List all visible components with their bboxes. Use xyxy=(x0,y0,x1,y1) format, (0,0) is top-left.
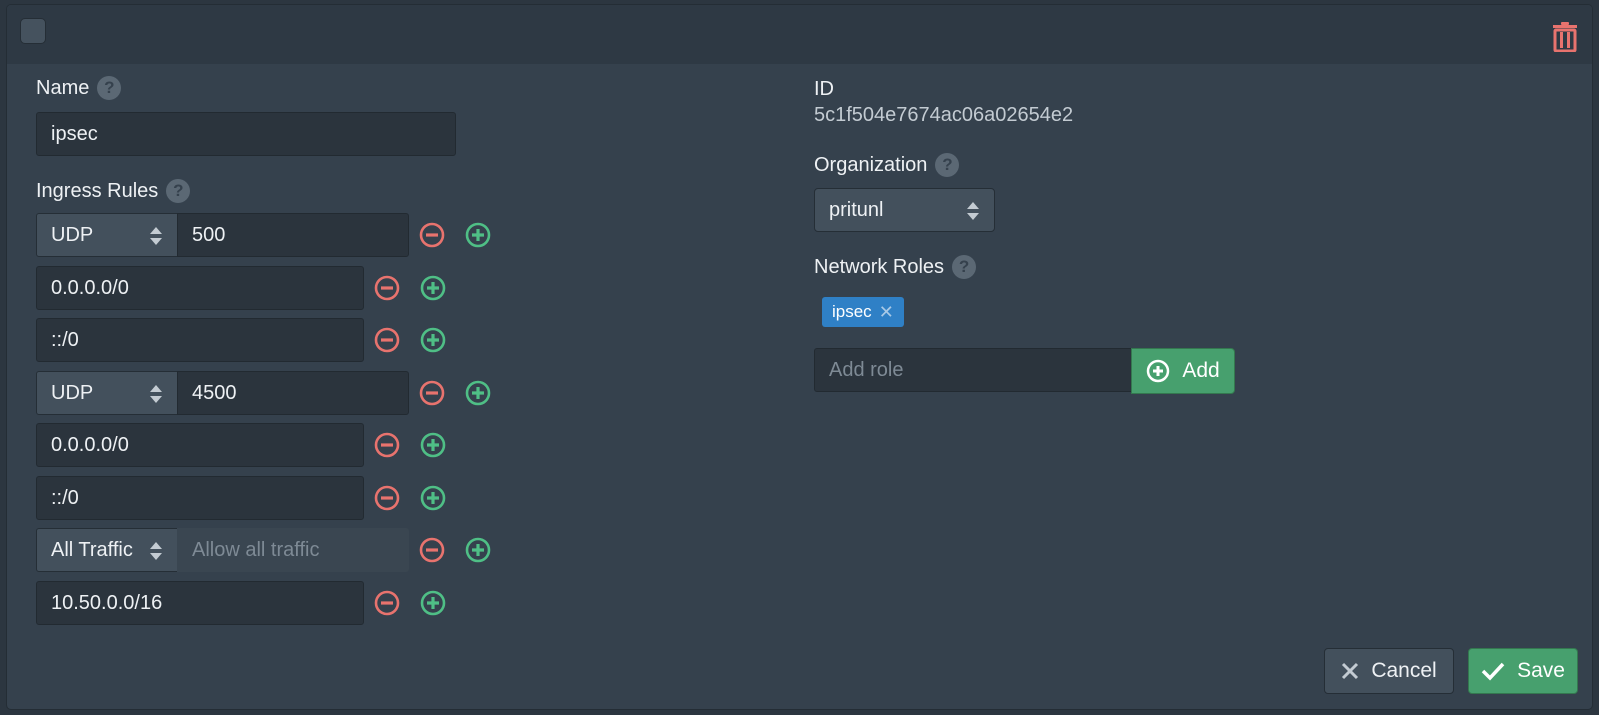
plus-circle-icon xyxy=(1147,359,1170,383)
protocol-select[interactable]: UDP xyxy=(36,213,178,257)
remove-rule-icon[interactable] xyxy=(374,275,400,301)
help-icon[interactable]: ? xyxy=(97,76,122,100)
close-icon xyxy=(1342,662,1359,680)
ingress-rules-label-text: Ingress Rules xyxy=(36,179,159,202)
save-button[interactable]: Save xyxy=(1468,648,1578,694)
add-role-button[interactable]: Add xyxy=(1131,348,1235,394)
add-rule-icon[interactable] xyxy=(420,275,446,301)
trash-icon[interactable] xyxy=(1552,22,1578,53)
name-label: Name ? xyxy=(36,76,122,100)
protocol-select-value: All Traffic xyxy=(51,538,133,561)
cidr-input[interactable]: 10.50.0.0/16 xyxy=(36,581,364,625)
sort-arrows-icon xyxy=(150,227,162,245)
organization-label: Organization ? xyxy=(814,153,960,177)
add-rule-icon[interactable] xyxy=(420,327,446,353)
add-rule-icon[interactable] xyxy=(420,485,446,511)
cidr-input[interactable]: ::/0 xyxy=(36,476,364,520)
sort-arrows-icon xyxy=(150,542,162,560)
network-roles-label: Network Roles ? xyxy=(814,255,977,279)
organization-select-value: pritunl xyxy=(829,198,884,221)
add-rule-icon[interactable] xyxy=(465,222,491,248)
add-rule-icon[interactable] xyxy=(420,590,446,616)
remove-role-icon[interactable]: ✕ xyxy=(879,302,894,323)
check-icon xyxy=(1481,662,1505,681)
port-input[interactable]: Allow all traffic xyxy=(177,528,409,572)
cidr-input[interactable]: 0.0.0.0/0 xyxy=(36,423,364,467)
role-tag: ipsec ✕ xyxy=(822,297,904,327)
cidr-input[interactable]: 0.0.0.0/0 xyxy=(36,266,364,310)
add-rule-icon[interactable] xyxy=(420,432,446,458)
organization-select[interactable]: pritunl xyxy=(814,188,995,232)
remove-rule-icon[interactable] xyxy=(419,222,445,248)
help-icon[interactable]: ? xyxy=(935,153,960,177)
remove-rule-icon[interactable] xyxy=(419,537,445,563)
id-value: 5c1f504e7674ac06a02654e2 xyxy=(814,104,1074,126)
port-input[interactable]: 4500 xyxy=(177,371,409,415)
id-label: ID xyxy=(814,78,834,100)
help-icon[interactable]: ? xyxy=(952,255,977,279)
cancel-button-label: Cancel xyxy=(1371,659,1437,682)
protocol-select-value: UDP xyxy=(51,381,94,404)
port-input[interactable]: 500 xyxy=(177,213,409,257)
remove-rule-icon[interactable] xyxy=(374,590,400,616)
name-label-text: Name xyxy=(36,76,90,99)
organization-label-text: Organization xyxy=(814,153,928,176)
role-tag-label: ipsec xyxy=(832,302,872,321)
save-button-label: Save xyxy=(1517,659,1565,682)
cidr-input[interactable]: ::/0 xyxy=(36,318,364,362)
add-role-button-label: Add xyxy=(1182,359,1220,382)
sort-arrows-icon xyxy=(967,202,979,220)
remove-rule-icon[interactable] xyxy=(374,432,400,458)
add-role-input[interactable]: Add role xyxy=(814,348,1132,392)
card-header xyxy=(7,5,1592,64)
network-roles-label-text: Network Roles xyxy=(814,255,945,278)
help-icon[interactable]: ? xyxy=(166,179,191,203)
remove-rule-icon[interactable] xyxy=(374,485,400,511)
remove-rule-icon[interactable] xyxy=(374,327,400,353)
select-checkbox[interactable] xyxy=(20,18,46,44)
protocol-select[interactable]: All Traffic xyxy=(36,528,178,572)
sort-arrows-icon xyxy=(150,385,162,403)
cancel-button[interactable]: Cancel xyxy=(1324,648,1454,694)
protocol-select-value: UDP xyxy=(51,223,94,246)
remove-rule-icon[interactable] xyxy=(419,380,445,406)
name-input[interactable]: ipsec xyxy=(36,112,456,156)
ingress-rules-label: Ingress Rules ? xyxy=(36,179,191,203)
add-rule-icon[interactable] xyxy=(465,380,491,406)
add-rule-icon[interactable] xyxy=(465,537,491,563)
protocol-select[interactable]: UDP xyxy=(36,371,178,415)
